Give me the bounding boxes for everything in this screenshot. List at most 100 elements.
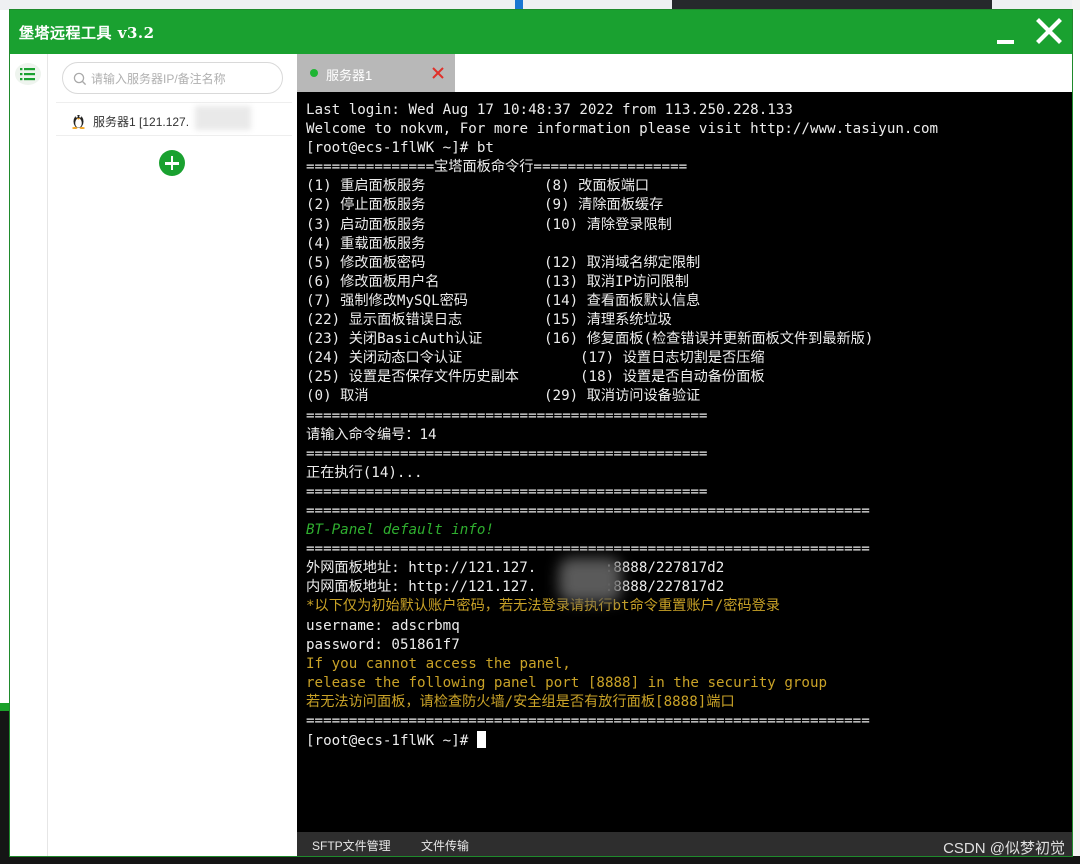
server-search-input[interactable] [91,69,276,89]
menu-option-left: (3) 启动面板服务 [306,216,426,233]
terminal-line: (6) 修改面板用户名 (13) 取消IP访问限制 [306,273,1066,292]
server-panel: 服务器1 [121.127. [49,54,296,856]
terminal-line: Last login: Wed Aug 17 10:48:37 2022 fro… [306,101,1066,120]
server-item-label: 服务器1 [121.127. [93,115,190,129]
file-transfer-button[interactable]: 文件传输 [421,837,469,854]
terminal-line: *以下仅为初始默认账户密码，若无法登录请执行bt命令重置账户/密码登录 [306,597,1066,616]
connection-status-dot [310,69,318,77]
menu-option-left: (6) 修改面板用户名 [306,273,440,290]
terminal-line: (1) 重启面板服务 (8) 改面板端口 [306,177,1066,196]
terminal-line-text: 内网面板地址: http://121.127. :8888/227817d2 [306,579,725,596]
terminal-line: release the following panel port [8888] … [306,674,1066,693]
terminal-line-text: ========================================… [306,502,870,519]
menu-option-left: (23) 关闭BasicAuth认证 [306,331,483,348]
terminal-line: 若无法访问面板，请检查防火墙/安全组是否有放行面板[8888]端口 [306,693,1066,712]
menu-option-right: (29) 取消访问设备验证 [544,388,701,405]
terminal-line: (5) 修改面板密码 (12) 取消域名绑定限制 [306,254,1066,273]
terminal-line: [root@ecs-1flWK ~]# [306,731,1066,750]
menu-option-left: (25) 设置是否保存文件历史副本 [306,369,519,386]
sftp-file-manager-button[interactable]: SFTP文件管理 [312,837,391,854]
tab-close-icon[interactable] [431,66,445,80]
search-icon [73,72,87,86]
linux-tux-icon [72,115,85,129]
terminal-line: BT-Panel default info! [306,521,1066,540]
terminal-line: ===============宝塔面板命令行================== [306,158,1066,177]
minimize-button[interactable] [994,24,1018,46]
terminal-line-text: Welcome to nokvm, For more information p… [306,121,939,138]
terminal-output: Last login: Wed Aug 17 10:48:37 2022 fro… [306,101,1066,750]
terminal-line-text: release the following panel port [8888] … [306,674,828,691]
terminal-line: (23) 关闭BasicAuth认证 (16) 修复面板(检查错误并更新面板文件到… [306,330,1066,349]
menu-option-right: (12) 取消域名绑定限制 [544,254,701,271]
terminal-line-text: ========================================… [306,713,870,729]
tab-server-1[interactable]: 服务器1 [297,54,455,92]
menu-option-left: (7) 强制修改MySQL密码 [306,292,468,309]
menu-option-left: (2) 停止面板服务 [306,197,426,214]
menu-option-right: (15) 清理系统垃圾 [544,312,672,329]
server-list-item[interactable]: 服务器1 [121.127. [56,102,292,136]
terminal-line: password: 051861f7 [306,636,1066,655]
minimize-icon [997,40,1014,44]
bottom-bar: SFTP文件管理 文件传输 CSDN @似梦初觉 [297,832,1072,856]
redacted-ip [195,106,251,130]
menu-option-right: (8) 改面板端口 [544,178,650,195]
terminal-line-text: password: 051861f7 [306,636,460,653]
terminal-line: (22) 显示面板错误日志 (15) 清理系统垃圾 [306,311,1066,330]
terminal-line-text: If you cannot access the panel, [306,655,571,672]
terminal-line: Welcome to nokvm, For more information p… [306,120,1066,139]
terminal-line: (3) 启动面板服务 (10) 清除登录限制 [306,216,1066,235]
menu-option-left: (1) 重启面板服务 [306,178,426,195]
terminal-cursor [476,731,486,749]
server-search[interactable] [62,62,283,94]
terminal[interactable]: Last login: Wed Aug 17 10:48:37 2022 fro… [297,92,1072,832]
terminal-line: If you cannot access the panel, [306,655,1066,674]
terminal-line-text: BT-Panel default info! [306,522,494,539]
terminal-line-text: ========================================… [306,483,708,500]
menu-option-left: (22) 显示面板错误日志 [306,312,463,329]
server-list-button[interactable] [15,63,41,85]
terminal-line: 外网面板地址: http://121.127. :8888/227817d2 [306,559,1066,578]
menu-option-right: (9) 清除面板缓存 [544,197,664,214]
terminal-line: ========================================… [306,502,1066,521]
terminal-line-text: 外网面板地址: http://121.127. :8888/227817d2 [306,560,725,577]
terminal-line: (7) 强制修改MySQL密码 (14) 查看面板默认信息 [306,292,1066,311]
close-button[interactable] [1034,16,1064,46]
menu-option-left: (24) 关闭动态口令认证 [306,350,463,367]
terminal-line: 请输入命令编号：14 [306,426,1066,445]
menu-option-right: (18) 设置是否自动备份面板 [580,369,765,386]
add-server-button[interactable] [159,150,185,176]
desktop-background-bottom [0,856,1080,864]
terminal-line-text: 正在执行(14)... [306,464,423,481]
terminal-line: 正在执行(14)... [306,464,1066,483]
terminal-line: (0) 取消 (29) 取消访问设备验证 [306,387,1066,406]
terminal-line-text: [root@ecs-1flWK ~]# [306,733,477,750]
session-tab-bar: 服务器1 [297,54,1072,92]
menu-option-left: (0) 取消 [306,388,369,405]
menu-option-right: (14) 查看面板默认信息 [544,292,701,309]
terminal-line-text: [root@ecs-1flWK ~]# bt [306,140,494,157]
terminal-line: ========================================… [306,540,1066,559]
close-icon [1036,18,1062,44]
terminal-line: ========================================… [306,445,1066,464]
title-bar[interactable]: 堡塔远程工具 v3.2 [10,10,1072,54]
desktop-background-right-panel [1072,10,1080,610]
menu-option-left: (4) 重载面板服务 [306,235,426,252]
menu-option-right: (10) 清除登录限制 [544,216,672,233]
list-icon [20,68,35,81]
terminal-line-text: *以下仅为初始默认账户密码，若无法登录请执行bt命令重置账户/密码登录 [306,598,780,615]
sidebar-icon-strip [10,54,48,856]
terminal-line: ========================================… [306,407,1066,426]
terminal-line-text: Last login: Wed Aug 17 10:48:37 2022 fro… [306,102,793,118]
menu-option-right: (17) 设置日志切割是否压缩 [580,350,765,367]
menu-option-right: (13) 取消IP访问限制 [544,273,689,290]
terminal-line-text: username: adscrbmq [306,617,460,634]
redacted-ip-mask [559,558,621,602]
app-title: 堡塔远程工具 v3.2 [19,24,155,42]
terminal-line: (4) 重载面板服务 [306,235,1066,254]
terminal-line-text: ========================================… [306,407,708,424]
terminal-line: (2) 停止面板服务 (9) 清除面板缓存 [306,196,1066,215]
terminal-line-text: 若无法访问面板，请检查防火墙/安全组是否有放行面板[8888]端口 [306,693,735,710]
terminal-line-text: 请输入命令编号：14 [306,426,437,443]
tab-label: 服务器1 [326,68,373,83]
terminal-line: [root@ecs-1flWK ~]# bt [306,139,1066,158]
